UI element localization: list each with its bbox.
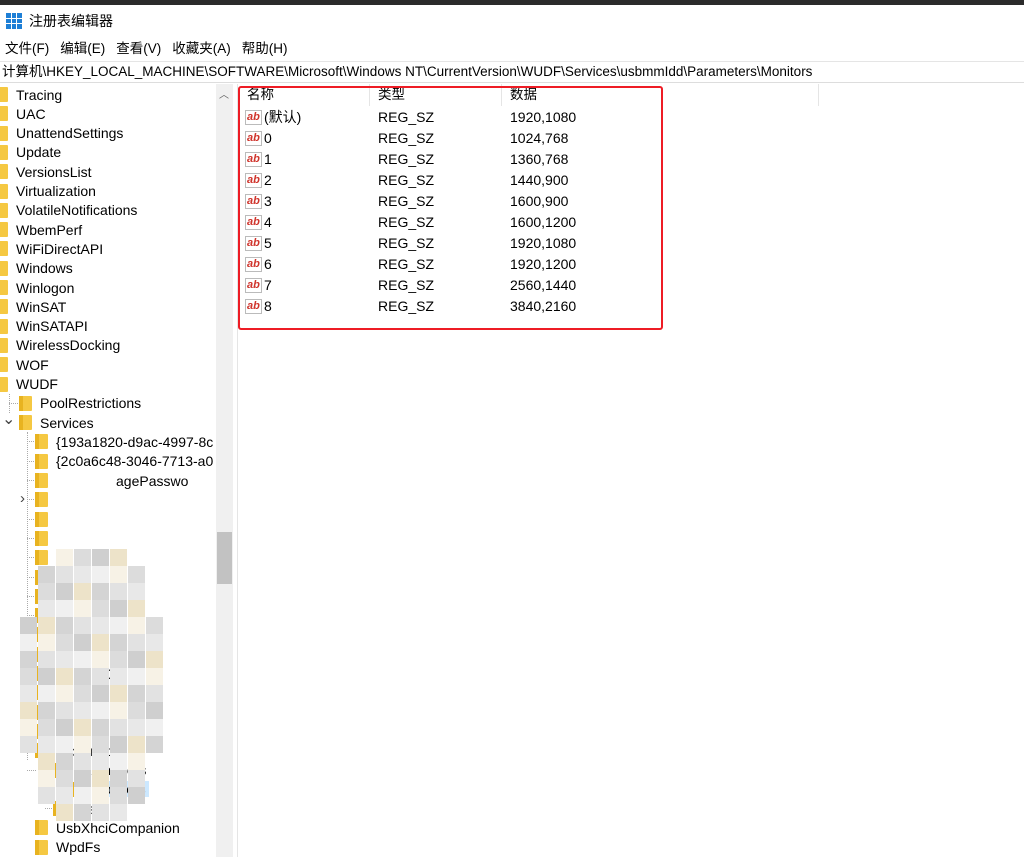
tree-item[interactable]: Services [19,413,94,432]
tree-item[interactable] [35,529,56,548]
tree-item-label: WUDF [16,376,58,392]
tree-item-label: WirelessDocking [16,337,121,354]
scroll-up-icon[interactable]: ︿ [219,86,229,101]
tree-item[interactable]: {193a1820-d9ac-4997-8c [35,432,213,451]
tree-item-label: {193a1820-d9ac-4997-8c [56,433,214,450]
tree-item[interactable]: {2c0a6c48-3046-7713-a0 [35,452,213,471]
folder-icon [0,376,8,392]
folder-icon [0,280,8,295]
tree-item[interactable]: WbemPerf [0,220,82,239]
menu-item[interactable]: 帮助(H) [237,38,294,59]
chevron-right-icon[interactable]: › [20,490,25,507]
tree-item[interactable]: UAC [0,104,46,123]
tree-item-label: WpdFs [56,839,101,856]
menu-item[interactable]: 查看(V) [111,38,167,59]
tree-item-label: Virtualization [16,183,96,199]
redacted-region [20,549,170,821]
tree-item-label: Tracing [16,86,63,103]
tree-item-label: UAC [16,105,46,122]
tree-item[interactable]: Virtualization [0,182,96,201]
folder-icon [35,453,48,469]
tree-item[interactable]: WpdFs [35,838,100,857]
tree-item-label: Winlogon [16,279,75,296]
chevron-down-icon[interactable]: ⌄ [2,409,15,429]
tree-item[interactable]: WOF [0,355,49,374]
tree-item[interactable]: WirelessDocking [0,336,120,355]
menu-item[interactable]: 文件(F) [0,38,55,59]
folder-icon [0,183,8,199]
tree-item-label: WOF [16,356,49,373]
folder-icon [0,144,8,160]
folder-icon [35,511,48,527]
folder-icon [0,337,8,353]
tree-item[interactable] [35,510,56,529]
tree-item-label: UsbXhciCompanion [56,819,180,836]
tree-item-label: WinSATAPI [16,318,88,335]
tree-item[interactable]: VolatileNotifications [0,201,137,220]
folder-icon [0,241,8,257]
tree-item[interactable]: VersionsList [0,162,91,181]
folder-icon [19,415,32,431]
tree-item[interactable]: UsbXhciCompanion [35,818,180,837]
tree-item-label: WiFiDirectAPI [16,240,104,257]
folder-icon [0,299,8,315]
folder-icon [0,222,8,238]
folder-icon [0,87,8,102]
menu-bar: 文件(F) 编辑(E) 查看(V) 收藏夹(A) 帮助(H) [0,38,294,59]
tree-item-label: PoolRestrictions [40,395,142,412]
registry-editor-icon [6,13,22,29]
address-bar[interactable]: 计算机\HKEY_LOCAL_MACHINE\SOFTWARE\Microsof… [0,61,1024,83]
highlight-box [238,86,663,330]
menu-item[interactable]: 收藏夹(A) [167,38,237,59]
folder-icon [35,820,48,836]
folder-icon [0,318,8,334]
tree-item[interactable]: UnattendSettings [0,124,123,143]
tree-item[interactable]: PoolRestrictions [19,394,141,413]
folder-icon [35,530,48,546]
title-bar: 注册表编辑器 [0,5,1024,37]
tree-item-label: VolatileNotifications [16,202,138,219]
tree-item[interactable]: WiFiDirectAPI [0,239,103,258]
folder-icon [0,202,8,218]
tree-item-label: WbemPerf [16,221,83,238]
folder-icon [0,125,8,141]
tree-item-label: VersionsList [16,163,92,180]
registry-tree: Tracing UAC UnattendSettings Update Versions… [0,84,216,857]
tree-item-label: Update [16,144,62,161]
tree-item[interactable]: WinSATAPI [0,317,88,336]
tree-item-label: {2c0a6c48-3046-7713-a0 [56,453,214,470]
folder-icon [19,395,32,411]
folder-icon [0,260,8,276]
tree-scrollbar[interactable]: ︿ [216,84,233,857]
tree-item[interactable] [35,490,56,509]
folder-icon [35,492,48,508]
tree-item[interactable]: Windows [0,259,73,278]
menu-item[interactable]: 编辑(E) [55,38,111,59]
folder-icon [35,473,48,488]
tree-item[interactable]: WUDF [0,375,58,394]
folder-icon [35,839,48,855]
tree-item[interactable]: WinSAT [0,297,66,316]
tree-item-label: Services [40,414,94,431]
folder-icon [0,164,8,180]
tree-line [9,402,18,404]
tree-item[interactable]: Update [0,143,61,162]
tree-item-label: UnattendSettings [16,125,124,142]
tree-item[interactable]: agePasswo [35,471,188,490]
window-title: 注册表编辑器 [29,13,113,29]
tree-item-label: WinSAT [16,298,67,315]
folder-icon [0,106,8,122]
tree-item-label: Windows [16,260,73,277]
tree-item[interactable]: Winlogon [0,278,74,297]
tree-item[interactable]: Tracing [0,85,62,104]
folder-icon [35,434,48,450]
scrollbar-thumb[interactable] [217,532,232,584]
tree-item-label: agePasswo [116,472,189,489]
folder-icon [0,357,8,373]
